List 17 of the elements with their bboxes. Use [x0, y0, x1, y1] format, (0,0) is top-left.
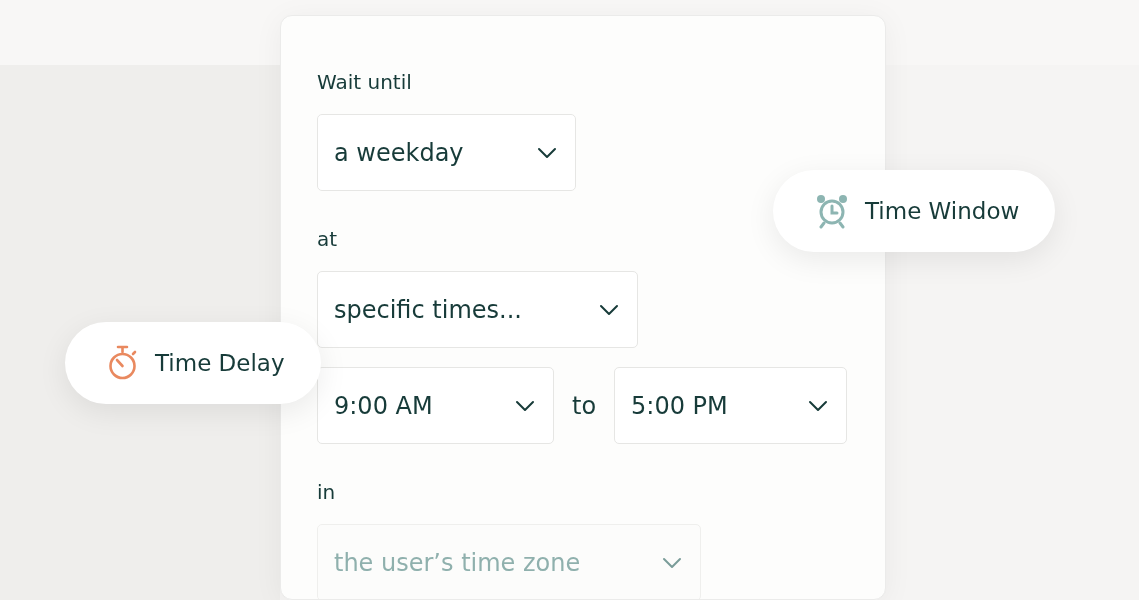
- chevron-down-icon: [808, 399, 829, 412]
- chevron-down-icon: [599, 303, 619, 316]
- dropdown[interactable]: a weekday: [317, 114, 576, 191]
- dropdown[interactable]: specific times...: [317, 271, 638, 348]
- chevron-down-icon: [537, 146, 557, 159]
- field-label: Wait until: [317, 69, 413, 96]
- chevron-down-icon: [662, 556, 682, 569]
- stopwatch-icon: [107, 345, 139, 381]
- dropdown[interactable]: 9:00 AM: [317, 367, 554, 444]
- badge-label: Time Delay: [155, 350, 285, 376]
- range-separator: to: [572, 391, 597, 420]
- dropdown[interactable]: 5:00 PM: [614, 367, 848, 444]
- field-label: in: [317, 479, 337, 506]
- field-label: at: [317, 226, 339, 253]
- alarm-clock-icon: [815, 193, 849, 229]
- badge-label: Time Window: [865, 198, 1020, 224]
- chevron-down-icon: [515, 399, 535, 412]
